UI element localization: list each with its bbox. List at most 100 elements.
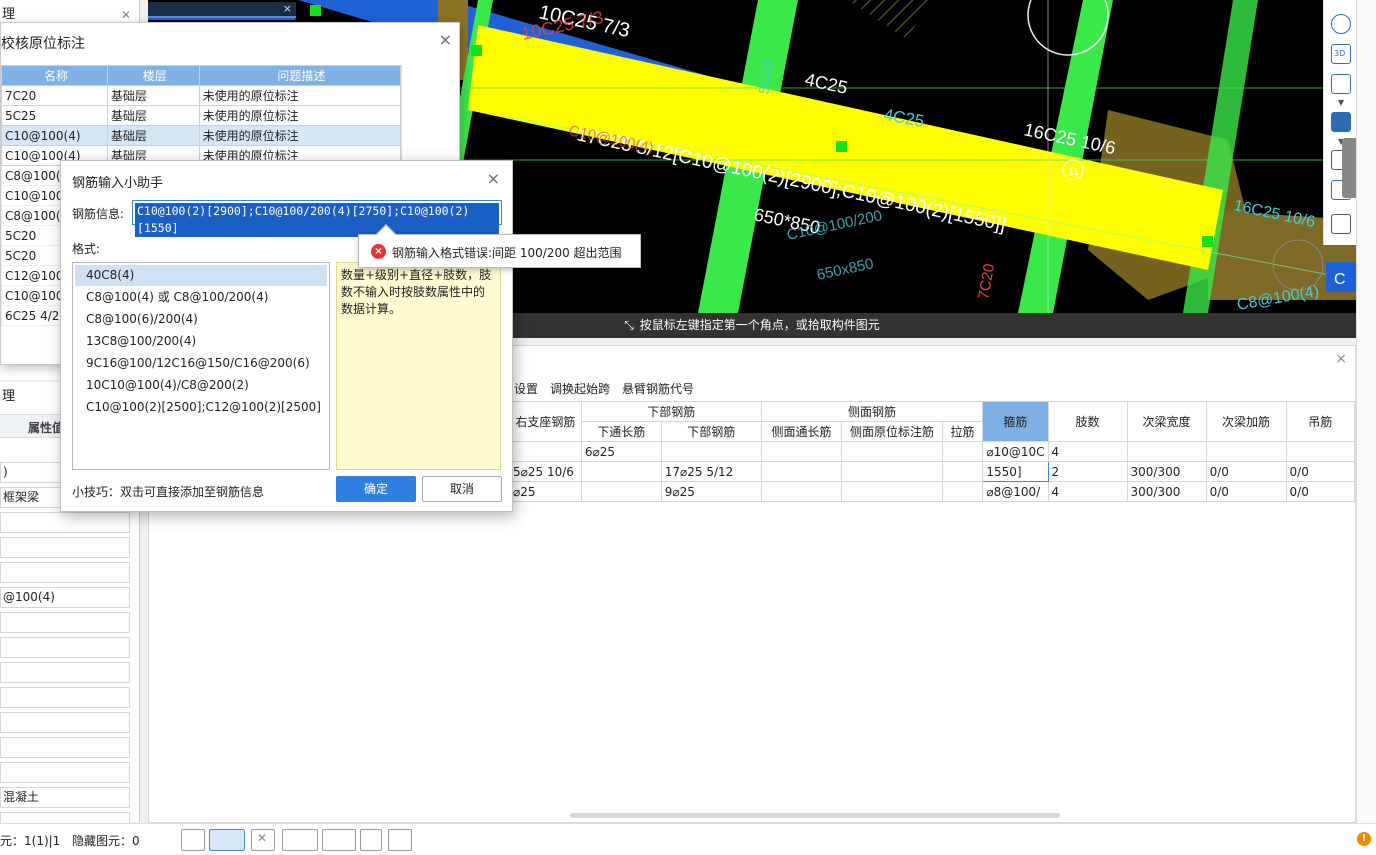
collapse-handle[interactable] — [1342, 138, 1356, 198]
close-icon[interactable]: × — [439, 30, 452, 49]
table-cell[interactable] — [660, 441, 762, 462]
table-cell[interactable] — [760, 481, 843, 502]
table-cell[interactable] — [580, 481, 662, 502]
error-icon: × — [371, 244, 386, 259]
sphere-view-icon[interactable] — [1331, 14, 1351, 34]
property-value[interactable] — [0, 737, 130, 758]
table-cell[interactable]: 9⌀25 — [660, 481, 762, 502]
table-cell[interactable]: 4 — [1047, 481, 1128, 502]
table-cell[interactable] — [509, 441, 582, 462]
property-value[interactable] — [0, 612, 130, 633]
property-value[interactable] — [0, 512, 130, 533]
document-icon[interactable] — [1331, 214, 1351, 234]
dialog-title: 校核原位标注 — [1, 36, 85, 52]
table-cell[interactable]: 2 — [1047, 461, 1128, 482]
ortho-icon[interactable] — [181, 829, 205, 851]
table-cell[interactable] — [760, 461, 843, 482]
table-cell[interactable]: 17⌀25 5/12 — [660, 461, 762, 482]
table-row[interactable]: C10@100(4) 基础层 未使用的原位标注 — [1, 125, 402, 146]
grip-point[interactable] — [1202, 236, 1213, 247]
table-cell[interactable] — [841, 481, 943, 502]
table-cell[interactable] — [941, 441, 984, 462]
chevron-down-icon[interactable]: ▼ — [1338, 98, 1344, 107]
swap-span-menu[interactable]: 调换起始跨 — [550, 380, 610, 397]
table-cell[interactable] — [841, 461, 943, 482]
table-cell[interactable] — [1285, 441, 1356, 462]
format-item[interactable]: C10@100(2)[2500];C12@100(2)[2500] — [75, 397, 327, 418]
property-value[interactable] — [0, 687, 130, 708]
table-cell[interactable] — [841, 441, 943, 462]
property-value[interactable] — [0, 712, 130, 733]
format-item[interactable]: 10C10@100(4)/C8@200(2) — [75, 375, 327, 396]
table-cell[interactable]: ⌀8@100/ — [982, 481, 1049, 502]
format-item[interactable]: 9C16@100/12C16@150/C16@200(6) — [75, 353, 327, 374]
table-cell[interactable]: 300/300 — [1126, 461, 1207, 482]
cursor-icon: ⤡ — [624, 318, 634, 332]
table-cell[interactable]: 0/0 — [1205, 481, 1287, 502]
table-row[interactable]: 6⌀25 ⌀10@10C 4 — [509, 441, 1356, 462]
warning-icon[interactable]: ! — [1357, 832, 1371, 846]
grip-point[interactable] — [471, 45, 482, 56]
table-cell[interactable] — [1126, 441, 1207, 462]
col-header: 侧面通长筋 — [760, 421, 843, 442]
rebar-info-label: 钢筋信息: — [72, 207, 125, 221]
curve-icon[interactable] — [388, 829, 412, 851]
snap-icon[interactable] — [209, 829, 245, 851]
close-icon[interactable]: × — [1335, 351, 1347, 367]
property-value[interactable] — [0, 637, 130, 658]
table-cell[interactable]: 0/0 — [1285, 461, 1356, 482]
close-icon[interactable]: × — [283, 2, 292, 15]
property-value[interactable] — [0, 762, 130, 783]
table-cell[interactable] — [941, 481, 984, 502]
property-value[interactable]: 混凝土 — [0, 787, 130, 808]
table-cell[interactable]: 1550] — [982, 461, 1049, 482]
3d-view-icon[interactable]: 3D — [1331, 44, 1351, 64]
settings-menu[interactable]: 设置 — [514, 380, 538, 397]
format-item[interactable]: 13C8@100/200(4) — [75, 331, 327, 352]
format-item[interactable]: 40C8(4) — [75, 265, 327, 286]
table-cell[interactable]: 300/300 — [1126, 481, 1207, 502]
table-cell[interactable]: 5⌀25 10/6 — [509, 461, 582, 482]
grip-point[interactable] — [310, 5, 321, 16]
property-value[interactable] — [0, 562, 130, 583]
close-icon[interactable]: × — [487, 169, 500, 188]
format-item[interactable]: C8@100(4) 或 C8@100/200(4) — [75, 287, 327, 308]
col-header-selected[interactable]: 箍筋 — [982, 401, 1049, 442]
cross-icon[interactable]: ✕ — [251, 829, 275, 851]
table-cell[interactable]: 0/0 — [1285, 481, 1356, 502]
table-cell[interactable] — [1205, 441, 1287, 462]
table-row[interactable]: 7C20 基础层 未使用的原位标注 — [1, 85, 402, 106]
rebar-info-input[interactable]: C10@100(2)[2900];C10@100/200(4)[2750];C1… — [132, 200, 502, 237]
drawing-tab[interactable]: × — [148, 2, 296, 18]
table-row[interactable]: 5C25 基础层 未使用的原位标注 — [1, 105, 402, 126]
table-cell[interactable] — [941, 461, 984, 482]
col-header: 吊筋 — [1285, 401, 1356, 442]
table-cell[interactable]: 4 — [1047, 441, 1128, 462]
table-cell[interactable]: 0/0 — [1205, 461, 1287, 482]
angle-icon[interactable] — [282, 829, 318, 851]
grip-point[interactable] — [836, 141, 847, 152]
property-value[interactable] — [0, 662, 130, 683]
table-cell[interactable] — [580, 461, 662, 482]
table-cell[interactable]: ⌀25 — [509, 481, 582, 502]
cad-status-text: 按鼠标左键指定第一个角点，或拾取构件图元 — [639, 318, 880, 332]
offset-icon[interactable] — [322, 829, 356, 851]
ok-button[interactable]: 确定 — [336, 476, 416, 502]
cantilever-code-menu[interactable]: 悬臂钢筋代号 — [622, 380, 694, 397]
cad-label: C — [1334, 271, 1346, 288]
table-row[interactable]: ⌀25 9⌀25 ⌀8@100/4 300/300 0/0 0/0 — [509, 481, 1356, 502]
format-item[interactable]: C8@100(6)/200(4) — [75, 309, 327, 330]
cad-label: 11 — [1068, 167, 1079, 178]
property-value[interactable]: @100(4) — [0, 587, 130, 608]
table-cell[interactable]: 6⌀25 — [580, 441, 662, 462]
horizontal-scrollbar[interactable] — [570, 813, 1060, 818]
close-icon[interactable]: ✕ — [121, 8, 131, 22]
table-cell[interactable] — [760, 441, 843, 462]
cube-view-icon[interactable] — [1331, 74, 1351, 94]
solid-cube-icon[interactable] — [1331, 112, 1351, 132]
property-value[interactable] — [0, 537, 130, 558]
save-view-icon[interactable] — [360, 829, 382, 851]
table-row[interactable]: 5⌀25 10/6 17⌀25 5/12 1550] 2 300/300 0/0 0/0 — [509, 461, 1356, 482]
table-cell[interactable]: ⌀10@10C — [982, 441, 1049, 462]
cancel-button[interactable]: 取消 — [422, 476, 502, 502]
